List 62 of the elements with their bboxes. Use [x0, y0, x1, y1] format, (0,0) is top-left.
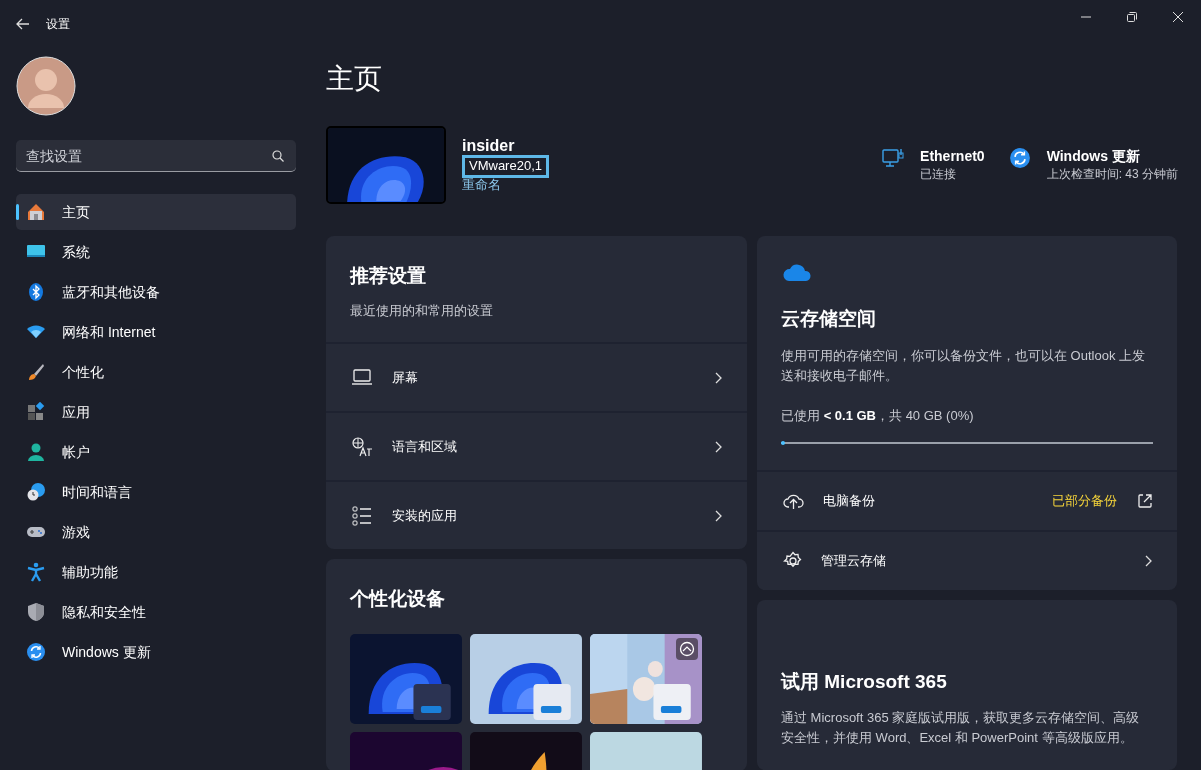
settings-row[interactable]: 屏幕: [326, 342, 747, 411]
chevron-icon: [1145, 554, 1153, 567]
back-icon[interactable]: [16, 18, 30, 30]
apps-icon: [26, 402, 46, 422]
avatar: [16, 56, 76, 116]
sidebar-item[interactable]: 辅助功能: [16, 554, 296, 590]
card-title: 推荐设置: [350, 264, 427, 288]
search-icon[interactable]: [272, 150, 284, 162]
cloud-icon: [781, 263, 811, 284]
status-title: Windows 更新: [1046, 147, 1141, 167]
rename-link[interactable]: 重命名: [462, 178, 549, 194]
chevron-icon: [715, 440, 723, 453]
settings-row[interactable]: 语言和区域: [326, 411, 747, 480]
sidebar-item[interactable]: 蓝牙和其他设备: [16, 274, 296, 310]
card-title: 试用 Microsoft 365: [781, 669, 948, 694]
laptop-icon: [352, 367, 372, 388]
close-icon[interactable]: [1173, 11, 1183, 22]
sidebar-item[interactable]: 网络和 Internet: [16, 314, 296, 350]
sidebar-item[interactable]: 游戏: [16, 514, 296, 550]
settings-row[interactable]: 安装的应用: [326, 480, 747, 549]
card-title: 云存储空间: [781, 307, 877, 332]
status-subtitle: 上次检查时间: 43 分钟前: [1046, 166, 1178, 183]
shield-icon: [26, 602, 46, 622]
card-description: 使用可用的存储空间，你可以备份文件，也可以在 Outlook 上发送和接收电子邮件。: [781, 346, 1147, 385]
window-title: 设置: [46, 16, 70, 33]
home-icon: [26, 202, 46, 222]
external-link-icon: [1137, 492, 1153, 509]
status-subtitle: 已连接: [920, 166, 958, 183]
card-subtitle: 最近使用的和常用的设置: [350, 301, 494, 320]
sidebar-item[interactable]: Windows 更新: [16, 634, 296, 670]
person-icon: [26, 442, 46, 462]
refresh-icon: [26, 642, 46, 662]
chevron-icon: [715, 509, 723, 522]
sidebar-item[interactable]: 时间和语言: [16, 474, 296, 510]
device-name: insider: [462, 136, 516, 156]
page-title: 主页: [326, 62, 383, 96]
sidebar-item[interactable]: 主页: [16, 194, 296, 230]
chevron-icon: [715, 371, 723, 384]
restore-icon[interactable]: [1127, 11, 1137, 22]
backup-status: 已部分备份: [1052, 491, 1117, 510]
status-title: Ethernet0: [920, 147, 985, 167]
settings-row[interactable]: 管理云存储: [757, 529, 1177, 590]
clock-globe-icon: [26, 482, 46, 502]
sidebar-item[interactable]: 隐私和安全性: [16, 594, 296, 630]
card-title: 个性化设备: [350, 587, 446, 611]
settings-row[interactable]: 电脑备份 已部分备份: [757, 469, 1177, 530]
bluetooth-icon: [26, 282, 46, 302]
sidebar-item[interactable]: 应用: [16, 394, 296, 430]
storage-usage: 已使用 < 0.1 GB，共 40 GB (0%): [781, 407, 975, 426]
device-model: VMware20,1: [462, 155, 549, 179]
sidebar-item[interactable]: 系统: [16, 234, 296, 270]
sidebar-item[interactable]: 帐户: [16, 434, 296, 470]
card-description: 通过 Microsoft 365 家庭版试用版，获取更多云存储空间、高级安全性，并使用 Word、Excel 和 PowerPoint 等高级版应用。: [781, 709, 1141, 748]
list-icon: [352, 505, 372, 526]
accessibility-icon: [26, 562, 46, 582]
language-icon: [352, 436, 372, 457]
sidebar-item[interactable]: 个性化: [16, 354, 296, 390]
slideshow-icon: [676, 637, 698, 660]
search-field[interactable]: 查找设置: [16, 140, 296, 172]
brush-icon: [26, 362, 46, 382]
ethernet-icon: [882, 147, 905, 170]
refresh-icon: [1008, 147, 1031, 170]
